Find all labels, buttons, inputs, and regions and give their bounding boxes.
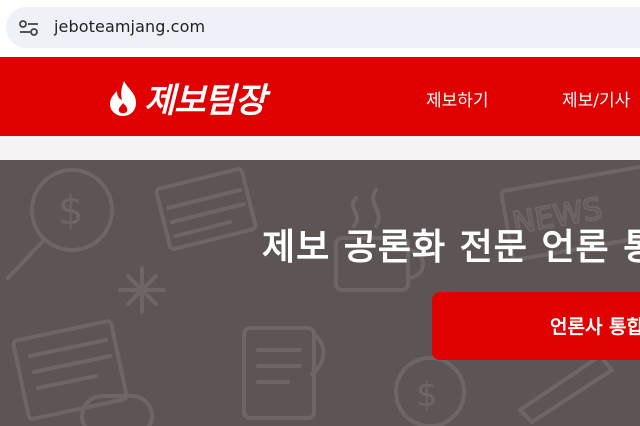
site-logo[interactable]: 제보팀장 xyxy=(106,73,296,121)
svg-text:$: $ xyxy=(58,188,83,234)
header-divider xyxy=(0,136,640,160)
svg-text:$: $ xyxy=(416,375,438,415)
nav-item-report[interactable]: 제보하기 xyxy=(426,86,489,111)
browser-toolbar: jeboteamjang.com xyxy=(0,0,640,57)
nav-item-reports-articles[interactable]: 제보/기사 xyxy=(562,86,630,111)
site-header: 제보팀장 제보하기 제보/기사 xyxy=(0,57,640,136)
hero-banner: $ NEWS $ 제보 공론화 전문 언론 통 언론사 통합 xyxy=(0,160,640,426)
logo-text: 제보팀장 xyxy=(144,81,266,121)
address-bar[interactable]: jeboteamjang.com xyxy=(6,7,640,48)
flame-icon xyxy=(110,81,136,116)
tune-icon[interactable] xyxy=(18,19,40,37)
hero-title: 제보 공론화 전문 언론 통 xyxy=(262,227,640,268)
url-text[interactable]: jeboteamjang.com xyxy=(54,17,205,36)
hero-cta-label: 언론사 통합 xyxy=(550,316,640,338)
hero-cta-button[interactable]: 언론사 통합 xyxy=(432,292,640,360)
